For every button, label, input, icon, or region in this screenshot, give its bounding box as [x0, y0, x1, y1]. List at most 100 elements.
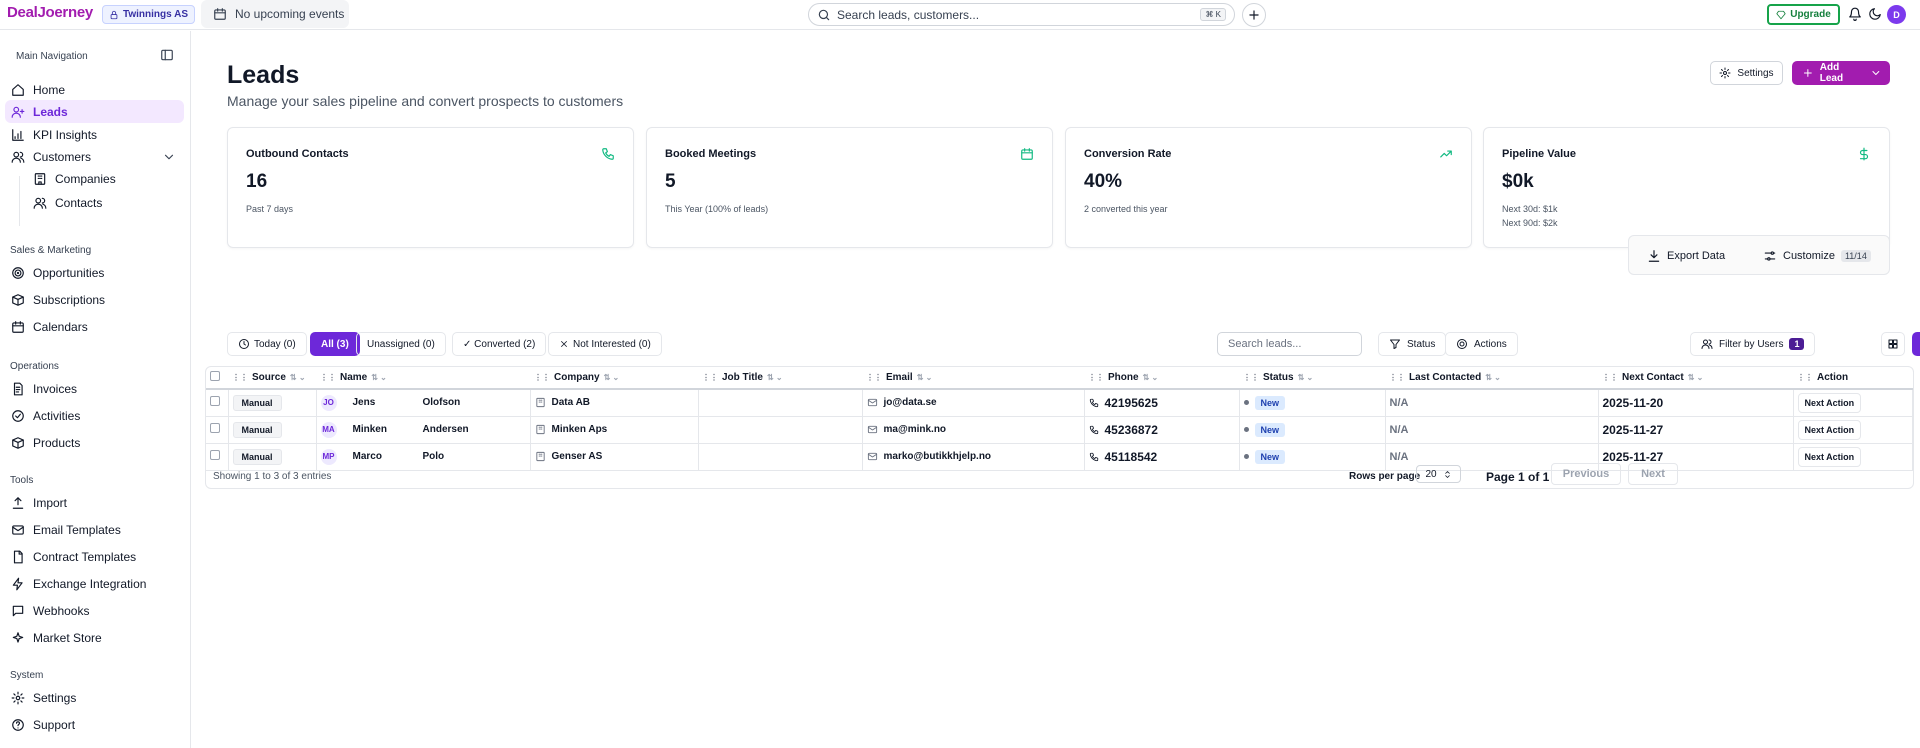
- header-job-title[interactable]: ⋮⋮ Job Title ⇅ ⌄: [698, 367, 862, 390]
- drag-handle-icon[interactable]: ⋮⋮: [1088, 373, 1104, 382]
- events-indicator[interactable]: No upcoming events: [201, 0, 349, 28]
- sidebar-item-home[interactable]: Home: [5, 78, 184, 101]
- sidebar-item-companies[interactable]: Companies: [27, 167, 177, 190]
- sort-icon[interactable]: ⇅ ⌄: [767, 373, 783, 382]
- sort-icon[interactable]: ⇅ ⌄: [1298, 373, 1314, 382]
- cell-phone[interactable]: 42195625: [1084, 389, 1240, 417]
- list-view-button[interactable]: [1912, 332, 1920, 356]
- status-filter-button[interactable]: Status: [1378, 332, 1447, 356]
- next-action-button[interactable]: Next Action: [1797, 392, 1862, 413]
- sort-icon[interactable]: ⇅ ⌄: [290, 373, 306, 382]
- filter-today[interactable]: Today (0): [227, 332, 307, 356]
- actions-button[interactable]: Actions: [1445, 332, 1518, 356]
- cell-phone[interactable]: 45236872: [1084, 416, 1240, 444]
- filter-all[interactable]: All (3): [310, 332, 360, 356]
- row-checkbox[interactable]: [210, 396, 220, 407]
- sidebar-item-webhooks[interactable]: Webhooks: [5, 599, 184, 622]
- previous-page-button[interactable]: Previous: [1551, 463, 1621, 485]
- cell-status[interactable]: New: [1239, 416, 1386, 444]
- sort-icon[interactable]: ⇅ ⌄: [917, 373, 933, 382]
- sidebar-item-kpi-insights[interactable]: KPI Insights: [5, 123, 184, 146]
- sidebar-item-leads[interactable]: Leads: [5, 100, 184, 123]
- cell-name[interactable]: MA Minken Andersen: [316, 416, 531, 444]
- export-data-button[interactable]: Export Data: [1647, 249, 1725, 263]
- add-lead-button[interactable]: Add Lead: [1792, 61, 1890, 85]
- header-next-contact[interactable]: ⋮⋮ Next Contact ⇅ ⌄: [1598, 367, 1793, 390]
- sidebar-item-invoices[interactable]: Invoices: [5, 377, 184, 400]
- drag-handle-icon[interactable]: ⋮⋮: [1602, 373, 1618, 382]
- sort-icon[interactable]: ⇅ ⌄: [1688, 373, 1704, 382]
- sidebar-item-activities[interactable]: Activities: [5, 404, 184, 427]
- sidebar-item-opportunities[interactable]: Opportunities: [5, 261, 184, 284]
- sidebar-item-label: Support: [33, 717, 76, 732]
- cell-status[interactable]: New: [1239, 389, 1386, 417]
- user-avatar[interactable]: D: [1887, 5, 1906, 24]
- sidebar-item-exchange-integration[interactable]: Exchange Integration: [5, 572, 184, 595]
- filter-not-interested[interactable]: Not Interested (0): [548, 332, 662, 356]
- drag-handle-icon[interactable]: ⋮⋮: [702, 373, 718, 382]
- header-source[interactable]: ⋮⋮ Source ⇅ ⌄: [228, 367, 316, 390]
- header-last-contacted[interactable]: ⋮⋮ Last Contacted ⇅ ⌄: [1385, 367, 1598, 390]
- sort-icon[interactable]: ⇅ ⌄: [1485, 373, 1501, 382]
- header-status[interactable]: ⋮⋮ Status ⇅ ⌄: [1239, 367, 1385, 390]
- sidebar-item-products[interactable]: Products: [5, 431, 184, 454]
- sidebar-item-contract-templates[interactable]: Contract Templates: [5, 545, 184, 568]
- header-name[interactable]: ⋮⋮ Name ⇅ ⌄: [316, 367, 530, 390]
- cell-email[interactable]: ma@mink.no: [862, 416, 1085, 444]
- drag-handle-icon[interactable]: ⋮⋮: [534, 373, 550, 382]
- sidebar-item-contacts[interactable]: Contacts: [27, 191, 177, 214]
- customize-columns-button[interactable]: Customize 11/14: [1763, 249, 1871, 263]
- drag-handle-icon[interactable]: ⋮⋮: [1389, 373, 1405, 382]
- header-select-all[interactable]: [206, 367, 228, 390]
- table-row[interactable]: Manual MA Minken Andersen Minken Aps ma@mi…: [206, 416, 1913, 444]
- sidebar-item-email-templates[interactable]: Email Templates: [5, 518, 184, 541]
- header-email[interactable]: ⋮⋮ Email ⇅ ⌄: [862, 367, 1084, 390]
- upgrade-button[interactable]: Upgrade: [1767, 4, 1840, 25]
- select-all-checkbox[interactable]: [210, 371, 220, 381]
- app-logo[interactable]: DealJoerney: [7, 4, 93, 21]
- filter-unassigned[interactable]: Unassigned (0): [356, 332, 446, 356]
- sidebar-item-market-store[interactable]: Market Store: [5, 626, 184, 649]
- sidebar-item-calendars[interactable]: Calendars: [5, 315, 184, 338]
- filter-converted[interactable]: ✓ Converted (2): [452, 332, 547, 356]
- settings-button[interactable]: Settings: [1710, 61, 1783, 85]
- sidebar-item-import[interactable]: Import: [5, 491, 184, 514]
- next-page-button[interactable]: Next: [1628, 463, 1678, 485]
- cell-company[interactable]: Minken Aps: [530, 416, 699, 444]
- sidebar-collapse-button[interactable]: [160, 48, 174, 62]
- drag-handle-icon[interactable]: ⋮⋮: [232, 373, 248, 382]
- cell-company[interactable]: Data AB: [530, 389, 699, 417]
- grid-view-button[interactable]: [1881, 332, 1905, 356]
- drag-handle-icon[interactable]: ⋮⋮: [320, 373, 336, 382]
- sort-icon[interactable]: ⇅ ⌄: [371, 373, 387, 382]
- sort-icon[interactable]: ⇅ ⌄: [604, 373, 620, 382]
- rows-per-page-select[interactable]: 20: [1416, 465, 1461, 483]
- lead-search-input[interactable]: [1217, 332, 1362, 356]
- cell-name[interactable]: JO Jens Olofson: [316, 389, 531, 417]
- sidebar-item-subscriptions[interactable]: Subscriptions: [5, 288, 184, 311]
- chevron-down-icon[interactable]: [1870, 67, 1882, 79]
- drag-handle-icon[interactable]: ⋮⋮: [1797, 373, 1813, 382]
- table-row[interactable]: Manual JO Jens Olofson Data AB jo@data.se …: [206, 389, 1913, 417]
- header-company[interactable]: ⋮⋮ Company ⇅ ⌄: [530, 367, 698, 390]
- next-action-button[interactable]: Next Action: [1797, 419, 1862, 440]
- row-checkbox[interactable]: [210, 423, 220, 433]
- sidebar-item-customers[interactable]: Customers: [5, 145, 184, 168]
- theme-toggle[interactable]: [1868, 7, 1882, 21]
- quick-add-button[interactable]: [1242, 3, 1266, 27]
- row-select[interactable]: [206, 389, 229, 417]
- org-badge[interactable]: Twinnings AS: [102, 5, 195, 24]
- cell-email[interactable]: jo@data.se: [862, 389, 1085, 417]
- sidebar-item-settings[interactable]: Settings: [5, 686, 184, 709]
- sidebar-item-support[interactable]: Support: [5, 713, 184, 736]
- row-checkbox[interactable]: [210, 450, 220, 460]
- clock-icon: [239, 339, 249, 349]
- sort-icon[interactable]: ⇅ ⌄: [1143, 373, 1159, 382]
- drag-handle-icon[interactable]: ⋮⋮: [866, 373, 882, 382]
- notifications-button[interactable]: [1848, 7, 1862, 21]
- global-search[interactable]: Search leads, customers... ⌘ K: [808, 3, 1235, 26]
- filter-by-users-button[interactable]: Filter by Users 1: [1690, 332, 1816, 356]
- drag-handle-icon[interactable]: ⋮⋮: [1243, 373, 1259, 382]
- header-phone[interactable]: ⋮⋮ Phone ⇅ ⌄: [1084, 367, 1239, 390]
- row-select[interactable]: [206, 416, 229, 444]
